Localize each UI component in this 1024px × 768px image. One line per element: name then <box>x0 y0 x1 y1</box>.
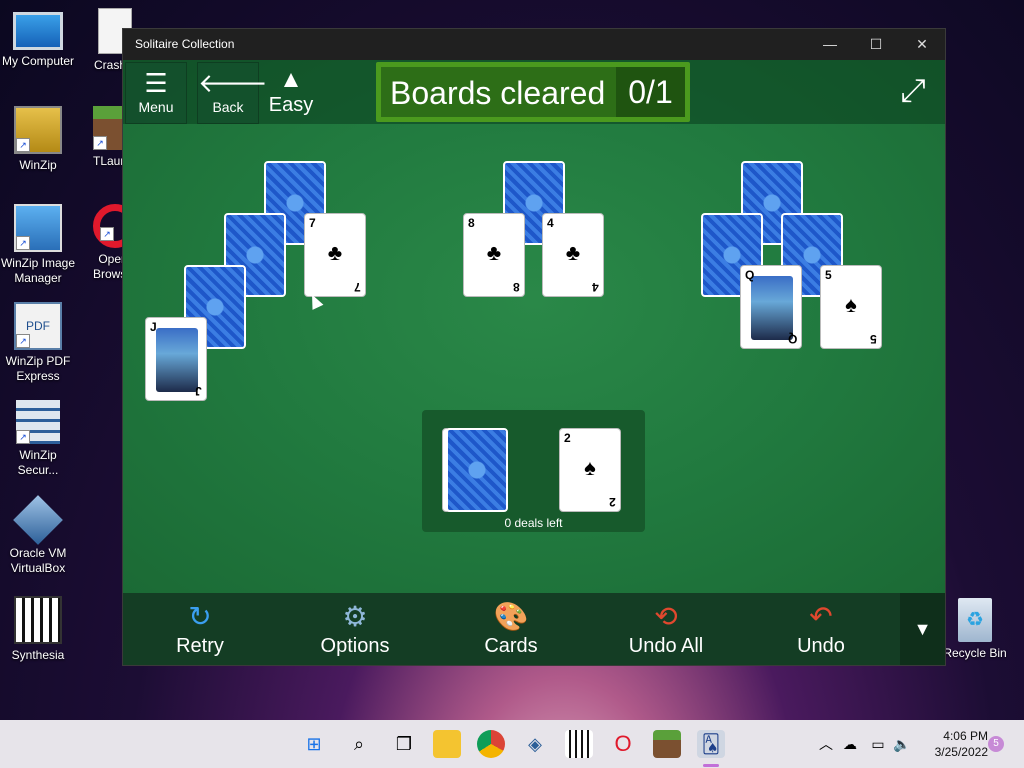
undo-icon: ↶ <box>809 601 833 632</box>
volume-icon[interactable]: 🔈 <box>888 730 916 758</box>
virtualbox-icon <box>13 495 63 545</box>
minimize-button[interactable]: — <box>807 29 853 60</box>
cloud-icon[interactable]: ☁ <box>836 730 864 758</box>
stock-area: 2 ♠ 2 0 deals left <box>422 410 645 532</box>
notification-badge[interactable]: 5 <box>988 736 1004 752</box>
monitor-icon <box>13 12 63 50</box>
menu-label: Menu <box>138 99 174 115</box>
minecraft-taskbar-icon[interactable] <box>653 730 681 758</box>
desktop-icon-label: WinZip <box>19 158 57 172</box>
search-icon[interactable]: ⌕ <box>345 730 373 758</box>
gear-icon: ⚙ <box>342 601 368 632</box>
card-queen-spades[interactable]: Q Q <box>740 265 802 349</box>
recycle-bin-icon: ♻ <box>958 598 992 642</box>
stock-pile[interactable] <box>446 428 508 512</box>
bottom-action-bar: ↻ Retry ⚙ Options 🎨 Cards ⟲ Undo All ↶ U… <box>123 593 945 665</box>
solitaire-window: Solitaire Collection — ☐ ✕ ☰ Menu 🡐 Back… <box>123 29 945 665</box>
desktop-icon-label: Synthesia <box>11 648 65 662</box>
undo-all-button[interactable]: ⟲ Undo All <box>601 593 731 665</box>
score-value: 0/1 <box>616 67 685 117</box>
court-figure <box>156 328 198 392</box>
chevron-down-icon[interactable]: ▼ <box>900 593 945 665</box>
file-explorer-icon[interactable] <box>433 730 461 758</box>
difficulty-indicator: ▲ Easy <box>263 66 319 117</box>
card-8-clubs[interactable]: 8 ♣ 8 <box>463 213 525 297</box>
game-top-bar: ☰ Menu 🡐 Back ▲ Easy Boards cleared 0/1 … <box>123 60 945 124</box>
solitaire-taskbar-icon[interactable]: 🂡 <box>697 730 725 758</box>
difficulty-label: Easy <box>268 94 314 116</box>
menu-button[interactable]: ☰ Menu <box>125 62 187 124</box>
desktop-icon-label: My Computer <box>1 54 75 68</box>
task-view-icon[interactable]: ❐ <box>390 730 418 758</box>
cards-button[interactable]: 🎨 Cards <box>446 593 576 665</box>
desktop-icon-winzip-secure[interactable]: ↗ WinZip Secur... <box>0 400 76 478</box>
fullscreen-icon[interactable]: ⤢ <box>895 72 931 108</box>
desktop-icon-winzip[interactable]: ↗ WinZip <box>0 106 76 173</box>
title-bar[interactable]: Solitaire Collection — ☐ ✕ <box>123 29 945 60</box>
clock-date: 3/25/2022 <box>934 745 988 759</box>
window-title: Solitaire Collection <box>135 37 235 51</box>
back-label: Back <box>212 99 244 115</box>
opera-taskbar-icon[interactable]: O <box>609 730 637 758</box>
undo-button[interactable]: ↶ Undo <box>756 593 886 665</box>
deals-left-label: 0 deals left <box>504 516 563 530</box>
synthesia-icon <box>14 596 62 644</box>
waste-card-2-spades[interactable]: 2 ♠ 2 <box>559 428 621 512</box>
start-windows-icon[interactable]: ⊞ <box>300 730 328 758</box>
card-4-clubs[interactable]: 4 ♣ 4 <box>542 213 604 297</box>
card-5-spades[interactable]: 5 ♠ 5 <box>820 265 882 349</box>
desktop-icon-virtualbox[interactable]: Oracle VM VirtualBox <box>0 495 76 576</box>
desktop-icon-label: Recycle Bin <box>943 646 1007 660</box>
arrow-left-icon: 🡐 <box>198 68 268 98</box>
image-manager-icon: ↗ <box>14 204 62 252</box>
desktop-icon-synthesia[interactable]: Synthesia <box>0 596 76 663</box>
back-button[interactable]: 🡐 Back <box>197 62 268 124</box>
server-icon: ↗ <box>16 400 60 444</box>
desktop-icon-label: WinZip Image Manager <box>0 256 76 285</box>
active-app-indicator <box>703 764 719 767</box>
desktop-icon-winzip-image-manager[interactable]: ↗ WinZip Image Manager <box>0 204 76 286</box>
desktop-icon-label: Oracle VM VirtualBox <box>9 546 67 575</box>
taskbar: ⊞ ⌕ ❐ ◈ O 🂡 ︿ ☁ ▭ 🔈 4:06 PM 3/25/2022 5 <box>0 720 1024 768</box>
desktop-icon-winzip-pdf[interactable]: PDF ↗ WinZip PDF Express <box>0 302 76 384</box>
chrome-icon[interactable] <box>477 730 505 758</box>
score-panel: Boards cleared 0/1 <box>376 62 690 122</box>
retry-button[interactable]: ↻ Retry <box>135 593 265 665</box>
retry-icon: ↻ <box>188 601 212 632</box>
mountain-icon: ▲ <box>279 66 303 93</box>
desktop-icon-my-computer[interactable]: My Computer <box>0 8 76 69</box>
system-clock[interactable]: 4:06 PM 3/25/2022 <box>918 728 988 760</box>
score-label: Boards cleared <box>390 75 606 111</box>
hamburger-icon: ☰ <box>144 68 168 98</box>
desktop-icon-label: WinZip Secur... <box>17 448 59 477</box>
palette-icon: 🎨 <box>493 601 529 632</box>
game-board: ☰ Menu 🡐 Back ▲ Easy Boards cleared 0/1 … <box>123 60 945 593</box>
desktop-icon-recycle-bin[interactable]: ♻ Recycle Bin <box>937 598 1013 661</box>
card-jack-spades[interactable]: J J <box>145 317 207 401</box>
virtualbox-taskbar-icon[interactable]: ◈ <box>521 730 549 758</box>
clock-time: 4:06 PM <box>943 729 988 743</box>
winzip-icon: ↗ <box>14 106 62 154</box>
close-button[interactable]: ✕ <box>899 29 945 60</box>
options-button[interactable]: ⚙ Options <box>290 593 420 665</box>
pdf-icon: PDF ↗ <box>14 302 62 350</box>
court-figure <box>751 276 793 340</box>
undo-all-icon: ⟲ <box>654 601 678 632</box>
maximize-button[interactable]: ☐ <box>853 29 899 60</box>
desktop-icon-label: WinZip PDF Express <box>5 354 71 383</box>
card-7-clubs[interactable]: 7 ♣ 7 <box>304 213 366 297</box>
synthesia-taskbar-icon[interactable] <box>565 730 593 758</box>
